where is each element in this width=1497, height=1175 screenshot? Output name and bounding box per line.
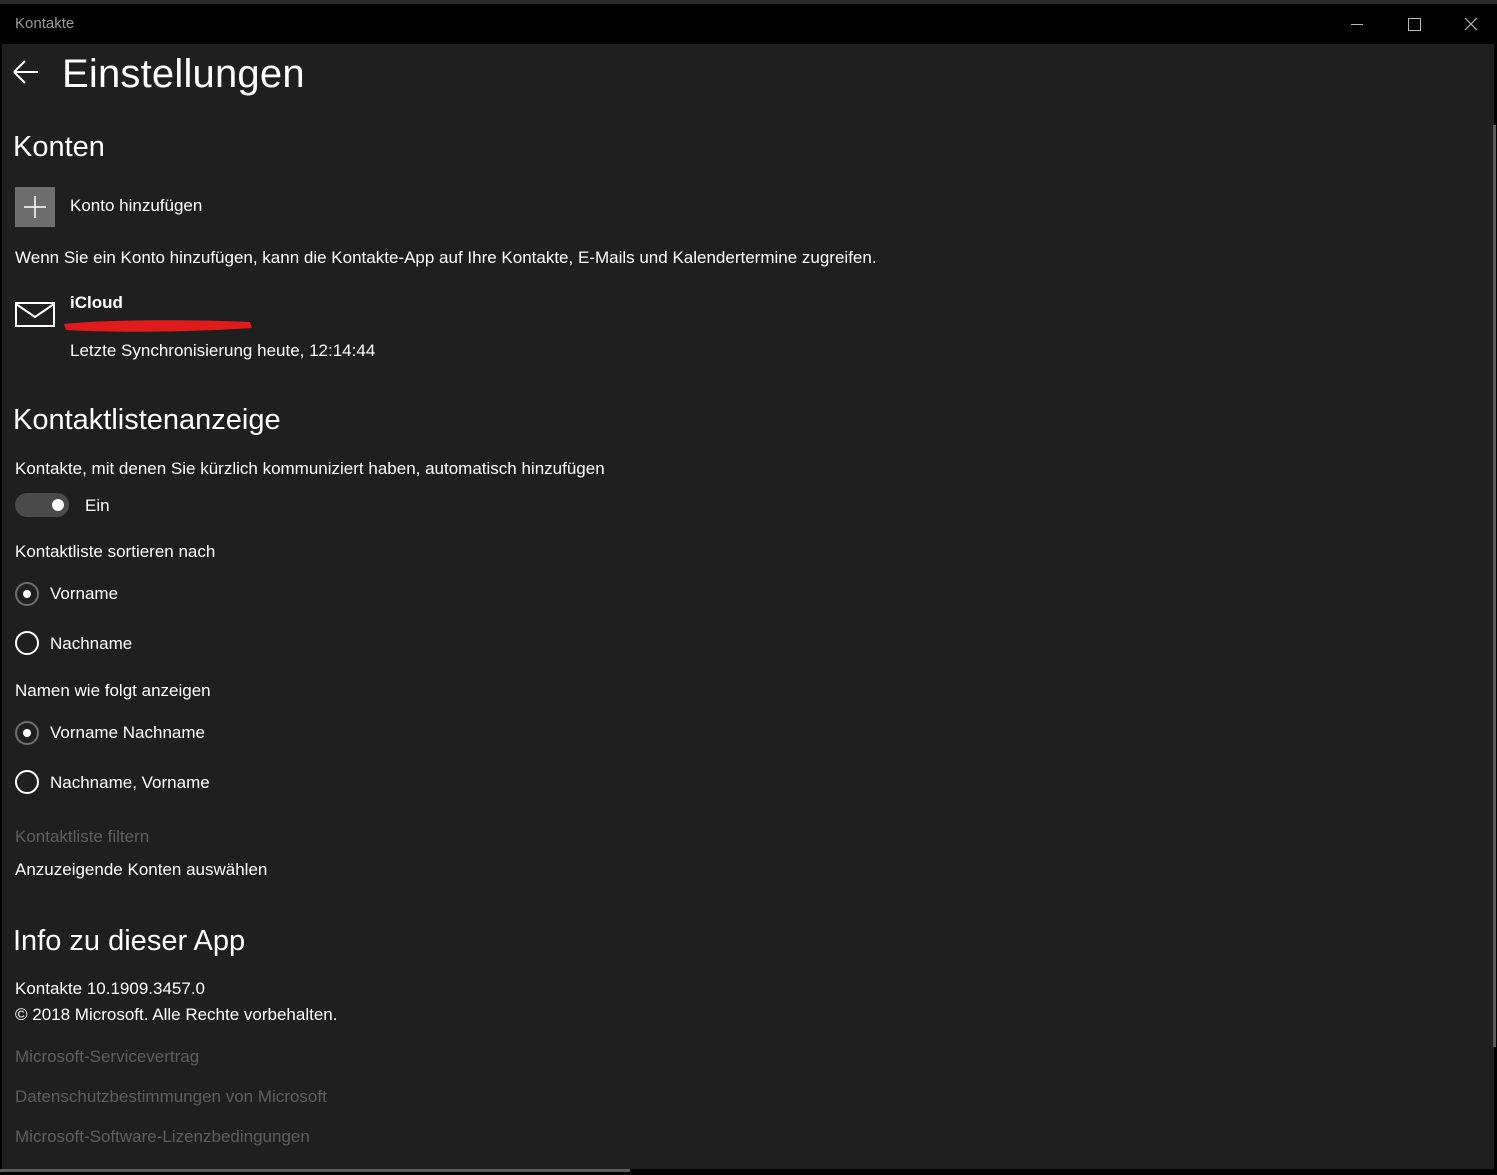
title-bar (0, 0, 1497, 44)
copyright-text: © 2018 Microsoft. Alle Rechte vorbehalte… (15, 1005, 338, 1024)
maximize-button[interactable] (1386, 4, 1442, 44)
account-name[interactable]: iCloud (70, 293, 123, 313)
window-left-border (0, 44, 2, 1175)
service-agreement-link[interactable]: Microsoft-Servicevertrag (15, 1047, 199, 1067)
add-account-label[interactable]: Konto hinzufügen (70, 196, 202, 216)
arrow-left-icon (13, 60, 38, 84)
close-button[interactable] (1443, 4, 1497, 44)
radio-sort-firstname-label[interactable]: Vorname (50, 584, 118, 604)
name-format-label: Namen wie folgt anzeigen (15, 681, 211, 700)
filter-label: Kontaktliste filtern (15, 827, 150, 846)
section-title-about: Info zu dieser App (13, 925, 246, 957)
radio-format-last-first-label[interactable]: Nachname, Vorname (50, 773, 210, 793)
close-icon (1464, 17, 1478, 31)
toggle-state-label: Ein (85, 496, 110, 515)
plus-icon (24, 196, 46, 218)
horizontal-scrollbar[interactable] (0, 1169, 630, 1172)
window-title: Kontakte (15, 15, 75, 32)
radio-format-last-first[interactable] (15, 770, 39, 794)
section-title-accounts: Konten (13, 131, 105, 163)
back-button[interactable] (8, 54, 44, 90)
maximize-icon (1407, 17, 1421, 31)
license-terms-link[interactable]: Microsoft-Software-Lizenzbedingungen (15, 1127, 310, 1147)
minimize-button[interactable] (1329, 4, 1385, 44)
toggle-knob (52, 499, 64, 511)
privacy-statement-link[interactable]: Datenschutzbestimmungen von Microsoft (15, 1087, 327, 1107)
add-account-note: Wenn Sie ein Konto hinzufügen, kann die … (15, 248, 877, 267)
vertical-scrollbar[interactable] (1493, 125, 1496, 1047)
select-accounts-link[interactable]: Anzuzeigende Konten auswählen (15, 860, 267, 880)
sort-label: Kontaktliste sortieren nach (15, 542, 216, 561)
minimize-icon (1351, 23, 1363, 25)
section-title-display: Kontaktlistenanzeige (13, 404, 281, 436)
auto-add-toggle[interactable] (15, 493, 69, 517)
radio-sort-lastname[interactable] (15, 631, 39, 655)
redaction-mark (60, 317, 254, 335)
mail-icon (15, 300, 55, 333)
radio-sort-lastname-label[interactable]: Nachname (50, 634, 132, 654)
radio-sort-firstname[interactable] (15, 582, 39, 606)
page-title: Einstellungen (62, 52, 305, 96)
radio-selected-dot (23, 590, 31, 598)
account-sync-status: Letzte Synchronisierung heute, 12:14:44 (70, 341, 376, 360)
radio-format-first-last-label[interactable]: Vorname Nachname (50, 723, 205, 743)
radio-selected-dot (23, 729, 31, 737)
app-version: Kontakte 10.1909.3457.0 (15, 979, 205, 998)
add-account-button[interactable] (15, 187, 55, 227)
radio-format-first-last[interactable] (15, 721, 39, 745)
auto-add-label: Kontakte, mit denen Sie kürzlich kommuni… (15, 459, 605, 478)
